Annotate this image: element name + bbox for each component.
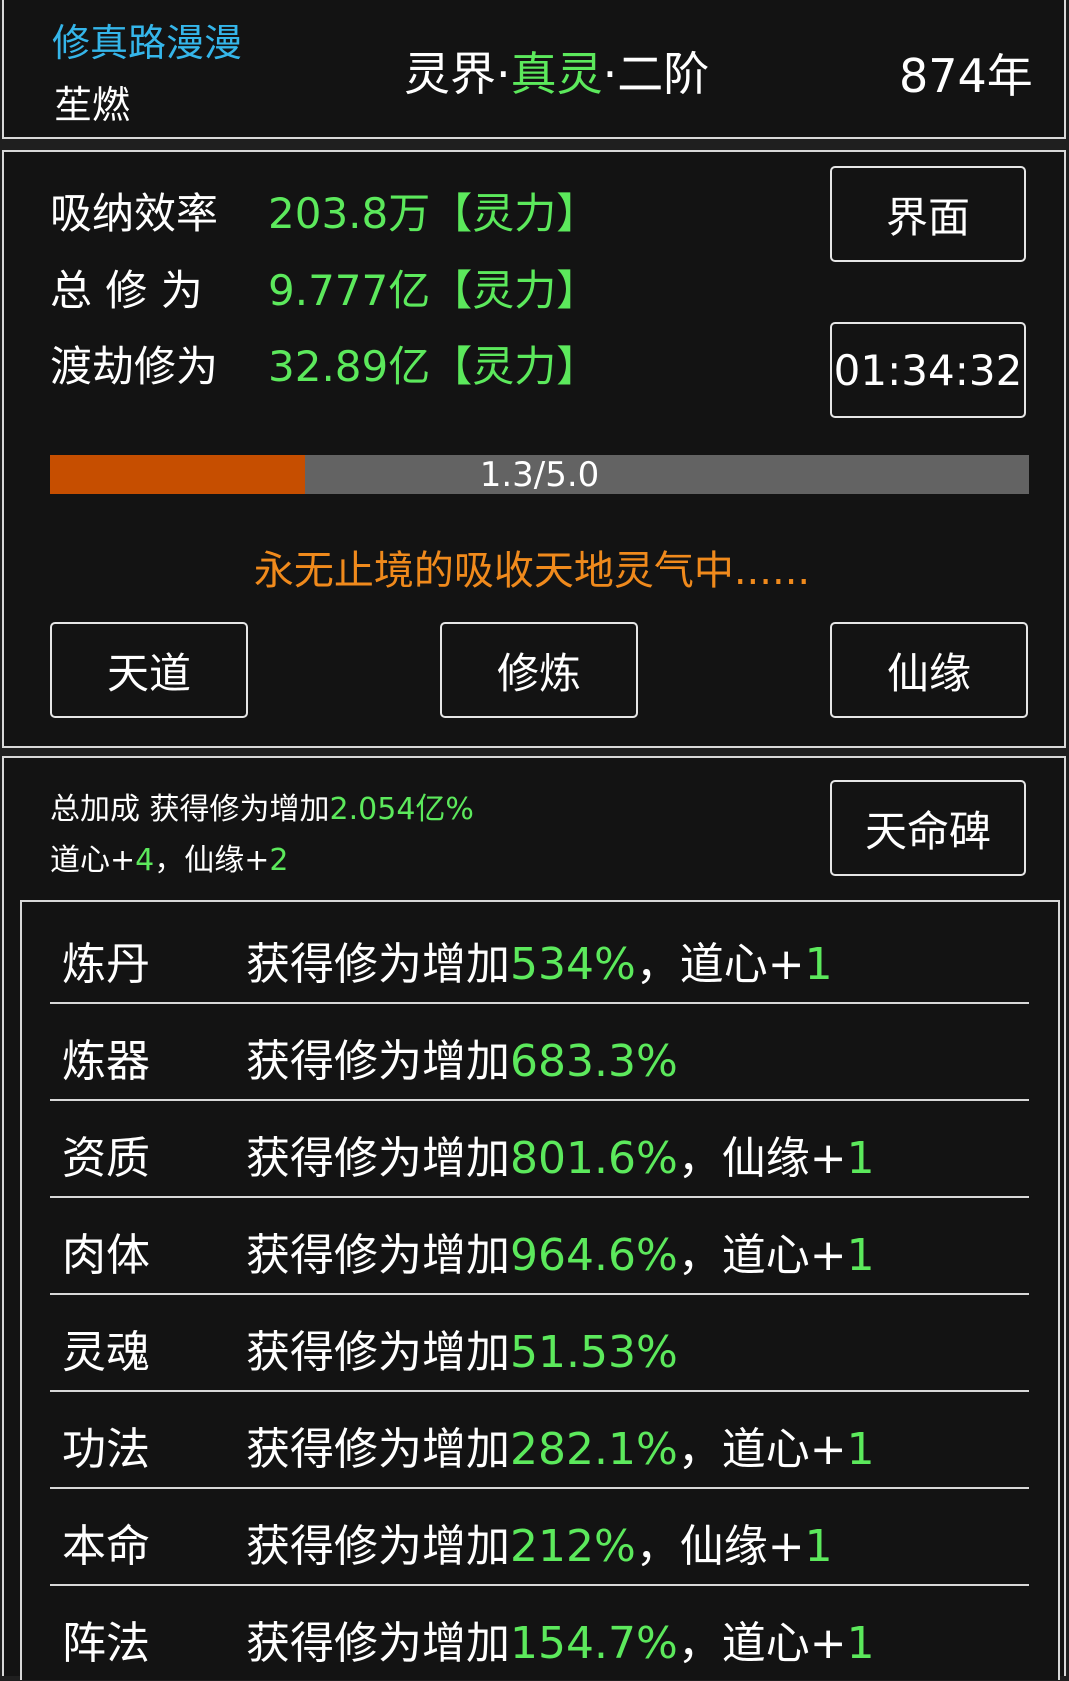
timer-display[interactable]: 01:34:32 xyxy=(830,322,1026,418)
bonus-list: 炼丹 获得修为增加534%，道心+1 炼器 获得修为增加683.3% 资质 获得… xyxy=(20,900,1060,1680)
total-bonus-value: 2.054亿% xyxy=(329,792,474,827)
xiulian-button[interactable]: 修炼 xyxy=(440,622,638,718)
status-text: 永无止境的吸收天地灵气中...... xyxy=(253,548,811,594)
bonus-row: 功法 获得修为增加282.1%，道心+1 xyxy=(50,1387,1029,1489)
row-label: 肉体 xyxy=(62,1230,150,1281)
stat-label-absorb: 吸纳效率 xyxy=(50,189,219,238)
daoxin-xianyuan-line: 道心+4，仙缘+2 xyxy=(50,835,288,879)
row-prefix: 获得修为增加 xyxy=(246,1327,510,1378)
separator: ， xyxy=(154,843,185,878)
row-value: 282.1% xyxy=(510,1424,678,1475)
row-prefix: 获得修为增加 xyxy=(246,1133,510,1184)
xianyuan-label: 仙缘+ xyxy=(184,843,270,878)
game-title: 修真路漫漫 xyxy=(52,21,243,65)
bonus-row: 灵魂 获得修为增加51.53% xyxy=(50,1290,1029,1392)
row-prefix: 获得修为增加 xyxy=(246,1036,510,1087)
row-label: 本命 xyxy=(62,1521,150,1572)
row-value: 801.6% xyxy=(510,1133,678,1184)
tiandao-button[interactable]: 天道 xyxy=(50,622,248,718)
row-label: 资质 xyxy=(62,1133,150,1184)
row-extra-label: ，仙缘+ xyxy=(677,1133,847,1184)
row-extra-value: 1 xyxy=(846,1424,875,1475)
row-label: 灵魂 xyxy=(62,1327,150,1378)
row-value: 51.53% xyxy=(510,1327,678,1378)
realm-suffix: ·二阶 xyxy=(602,47,710,101)
row-extra-value: 1 xyxy=(846,1230,875,1281)
bonus-row: 本命 获得修为增加212%，仙缘+1 xyxy=(50,1484,1029,1586)
total-bonus-label: 总加成 获得修为增加 xyxy=(50,792,330,827)
row-value: 683.3% xyxy=(510,1036,678,1087)
row-text: 获得修为增加154.7%，道心+1 xyxy=(246,1607,875,1671)
row-value: 212% xyxy=(510,1521,636,1572)
row-text: 获得修为增加51.53% xyxy=(246,1316,678,1380)
daoxin-label: 道心+ xyxy=(50,843,136,878)
stat-value-total: 9.777亿【灵力】 xyxy=(268,266,599,315)
row-prefix: 获得修为增加 xyxy=(246,939,510,990)
row-extra-label: ，道心+ xyxy=(677,1424,847,1475)
stat-label-tribulation: 渡劫修为 xyxy=(50,342,219,391)
progress-text: 1.3/5.0 xyxy=(479,454,600,495)
bonus-row: 肉体 获得修为增加964.6%，道心+1 xyxy=(50,1193,1029,1295)
row-extra-value: 1 xyxy=(846,1133,875,1184)
row-extra-label: ，道心+ xyxy=(677,1230,847,1281)
row-text: 获得修为增加282.1%，道心+1 xyxy=(246,1413,875,1477)
row-prefix: 获得修为增加 xyxy=(246,1618,510,1669)
row-value: 964.6% xyxy=(510,1230,678,1281)
interface-button[interactable]: 界面 xyxy=(830,166,1026,262)
row-prefix: 获得修为增加 xyxy=(246,1521,510,1572)
row-extra-value: 1 xyxy=(804,1521,833,1572)
row-extra-label: ，道心+ xyxy=(677,1618,847,1669)
row-value: 534% xyxy=(510,939,636,990)
bonus-row: 炼丹 获得修为增加534%，道心+1 xyxy=(50,902,1029,1004)
row-prefix: 获得修为增加 xyxy=(246,1424,510,1475)
bonus-row: 资质 获得修为增加801.6%，仙缘+1 xyxy=(50,1096,1029,1198)
row-text: 获得修为增加212%，仙缘+1 xyxy=(246,1510,833,1574)
row-label: 阵法 xyxy=(62,1618,150,1669)
total-bonus-line: 总加成 获得修为增加2.054亿% xyxy=(50,784,474,828)
xianyuan-value: 2 xyxy=(269,843,289,878)
realm-label: 灵界·真灵·二阶 xyxy=(404,38,709,104)
row-prefix: 获得修为增加 xyxy=(246,1230,510,1281)
xianyuan-button[interactable]: 仙缘 xyxy=(830,622,1028,718)
row-label: 炼器 xyxy=(62,1036,150,1087)
realm-main: 真灵 xyxy=(510,47,603,101)
row-extra-label: ，仙缘+ xyxy=(635,1521,805,1572)
row-extra-value: 1 xyxy=(804,939,833,990)
row-extra-value: 1 xyxy=(846,1618,875,1669)
row-text: 获得修为增加801.6%，仙缘+1 xyxy=(246,1122,875,1186)
bonus-row: 阵法 获得修为增加154.7%，道心+1 xyxy=(50,1581,1029,1681)
tianming-button[interactable]: 天命碑 xyxy=(830,780,1026,876)
daoxin-value: 4 xyxy=(135,843,155,878)
row-text: 获得修为增加534%，道心+1 xyxy=(246,928,833,992)
header-panel: 修真路漫漫 苼燃 灵界·真灵·二阶 874年 xyxy=(2,0,1066,139)
row-text: 获得修为增加964.6%，道心+1 xyxy=(246,1219,875,1283)
row-label: 功法 xyxy=(62,1424,150,1475)
progress-bar: 1.3/5.0 xyxy=(50,454,1029,495)
stat-label-total: 总 修 为 xyxy=(50,266,203,315)
year-counter: 874年 xyxy=(899,49,1033,103)
row-label: 炼丹 xyxy=(62,939,150,990)
stat-value-tribulation: 32.89亿【灵力】 xyxy=(268,342,599,391)
bonus-row: 炼器 获得修为增加683.3% xyxy=(50,999,1029,1101)
row-extra-label: ，道心+ xyxy=(635,939,805,990)
row-text: 获得修为增加683.3% xyxy=(246,1025,678,1089)
player-name: 苼燃 xyxy=(54,83,131,127)
stat-value-absorb: 203.8万【灵力】 xyxy=(268,189,599,238)
row-value: 154.7% xyxy=(510,1618,678,1669)
realm-prefix: 灵界· xyxy=(404,47,511,101)
